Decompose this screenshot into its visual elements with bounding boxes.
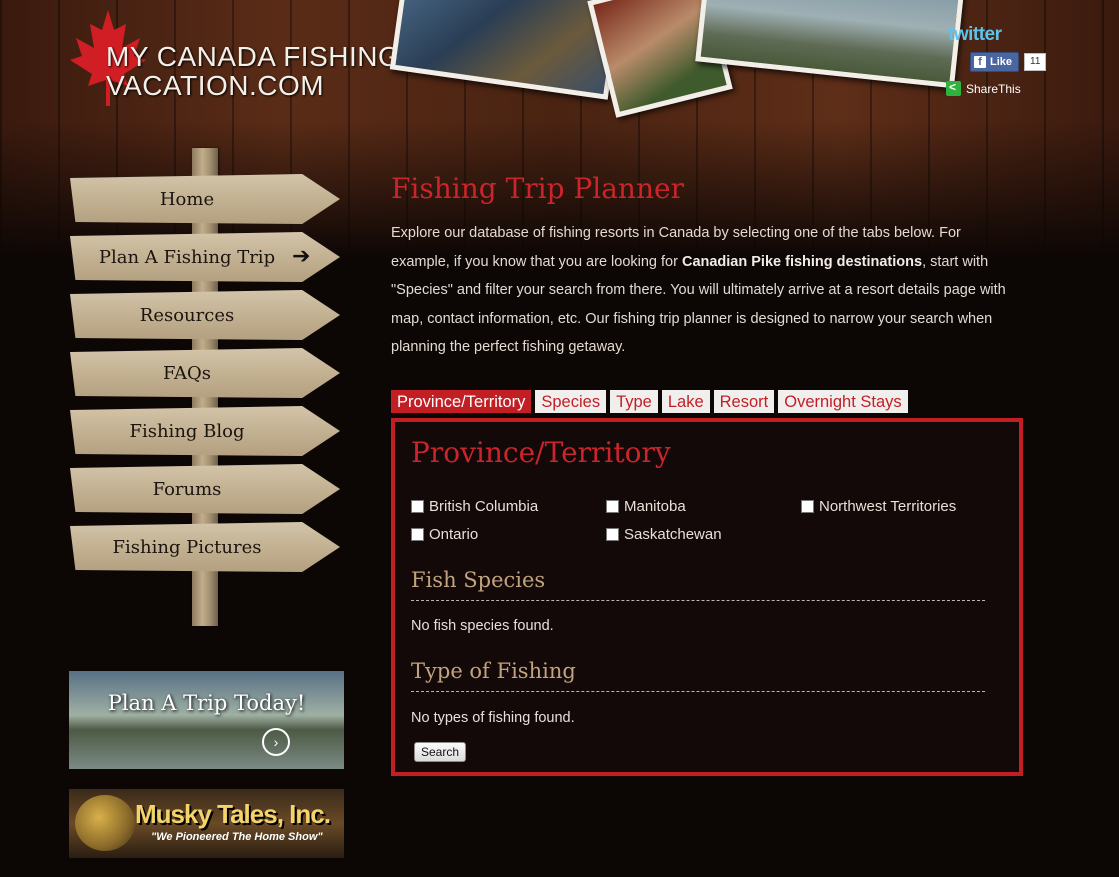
checkbox-british-columbia[interactable]: British Columbia <box>411 498 538 515</box>
divider <box>411 691 985 692</box>
nav-plan-fishing-trip-label: Plan A Fishing Trip <box>98 246 276 268</box>
nav-plan-fishing-trip[interactable]: Plan A Fishing Trip ➔ <box>70 232 340 282</box>
checkbox-northwest-territories[interactable]: Northwest Territories <box>801 498 956 515</box>
arrow-circle-icon: › <box>262 728 290 756</box>
nav-faqs-label: FAQs <box>163 362 211 384</box>
musky-tales-tagline: "We Pioneered The Home Show" <box>151 831 323 843</box>
checkbox-box[interactable] <box>606 500 619 513</box>
tab-species[interactable]: Species <box>535 390 607 413</box>
checkbox-label: Northwest Territories <box>819 498 957 515</box>
tab-resort[interactable]: Resort <box>713 390 775 413</box>
tab-lake[interactable]: Lake <box>661 390 710 413</box>
search-button[interactable]: Search <box>414 742 467 762</box>
tab-panel: Province/Territory British Columbia Mani… <box>391 418 1023 776</box>
facebook-like[interactable]: f Like 11 <box>970 52 1047 72</box>
logo-line-1: MY CANADA FISHING <box>106 41 401 72</box>
intro-bold-text: Canadian Pike fishing destinations <box>681 253 923 270</box>
planner-tabs: Province/Territory Species Type Lake Res… <box>391 390 908 413</box>
nav-fishing-blog-label: Fishing Blog <box>129 420 245 442</box>
panel-heading: Province/Territory <box>411 436 671 469</box>
twitter-link[interactable]: twitter <box>948 24 1002 46</box>
musky-tales-title: Musky Tales, Inc. <box>135 799 331 829</box>
facebook-like-button[interactable]: f Like <box>970 52 1020 72</box>
checkbox-box[interactable] <box>801 500 814 513</box>
checkbox-label: Manitoba <box>624 498 686 515</box>
intro-paragraph: Explore our database of fishing resorts … <box>391 219 1023 362</box>
checkbox-label: Saskatchewan <box>624 526 722 543</box>
tab-type[interactable]: Type <box>610 390 658 413</box>
nav-home-label: Home <box>159 188 215 210</box>
plan-trip-banner[interactable]: Plan A Trip Today! › <box>69 671 344 769</box>
nav-fishing-pictures[interactable]: Fishing Pictures <box>70 522 340 572</box>
musky-tales-banner[interactable]: Musky Tales, Inc. "We Pioneered The Home… <box>69 789 344 858</box>
type-of-fishing-heading: Type of Fishing <box>411 659 576 683</box>
site-logo[interactable]: MY CANADA FISHING VACATION.COM <box>68 8 408 108</box>
checkbox-box[interactable] <box>411 500 424 513</box>
fish-species-heading: Fish Species <box>411 568 546 592</box>
main-content: Fishing Trip Planner Explore our databas… <box>391 172 1031 776</box>
nav-faqs[interactable]: FAQs <box>70 348 340 398</box>
divider <box>411 600 985 601</box>
logo-line-2: VACATION.COM <box>106 70 325 101</box>
checkbox-box[interactable] <box>606 528 619 541</box>
checkbox-ontario[interactable]: Ontario <box>411 526 478 543</box>
tab-province-territory[interactable]: Province/Territory <box>391 390 532 413</box>
arrow-right-icon: ➔ <box>292 244 311 269</box>
page-title: Fishing Trip Planner <box>391 172 684 205</box>
checkbox-manitoba[interactable]: Manitoba <box>606 498 686 515</box>
nav-resources[interactable]: Resources <box>70 290 340 340</box>
tab-overnight-stays[interactable]: Overnight Stays <box>778 390 908 413</box>
facebook-like-label: Like <box>990 56 1013 68</box>
nav-fishing-pictures-label: Fishing Pictures <box>112 536 262 558</box>
nav-forums-label: Forums <box>152 478 222 500</box>
checkbox-box[interactable] <box>411 528 424 541</box>
facebook-like-count: 11 <box>1024 53 1047 71</box>
nav-home[interactable]: Home <box>70 174 340 224</box>
sharethis-link[interactable]: ShareThis <box>946 80 1021 96</box>
share-icon <box>946 80 961 96</box>
type-of-fishing-message: No types of fishing found. <box>411 710 575 726</box>
plan-trip-banner-text: Plan A Trip Today! <box>107 691 306 715</box>
sharethis-label: ShareThis <box>966 81 1021 96</box>
checkbox-label: British Columbia <box>429 498 539 515</box>
facebook-icon: f <box>974 56 986 68</box>
nav-fishing-blog[interactable]: Fishing Blog <box>70 406 340 456</box>
musky-fish-icon <box>75 795 135 851</box>
fish-species-message: No fish species found. <box>411 618 554 634</box>
nav-forums[interactable]: Forums <box>70 464 340 514</box>
checkbox-label: Ontario <box>429 526 479 543</box>
nav-resources-label: Resources <box>139 304 235 326</box>
checkbox-saskatchewan[interactable]: Saskatchewan <box>606 526 722 543</box>
